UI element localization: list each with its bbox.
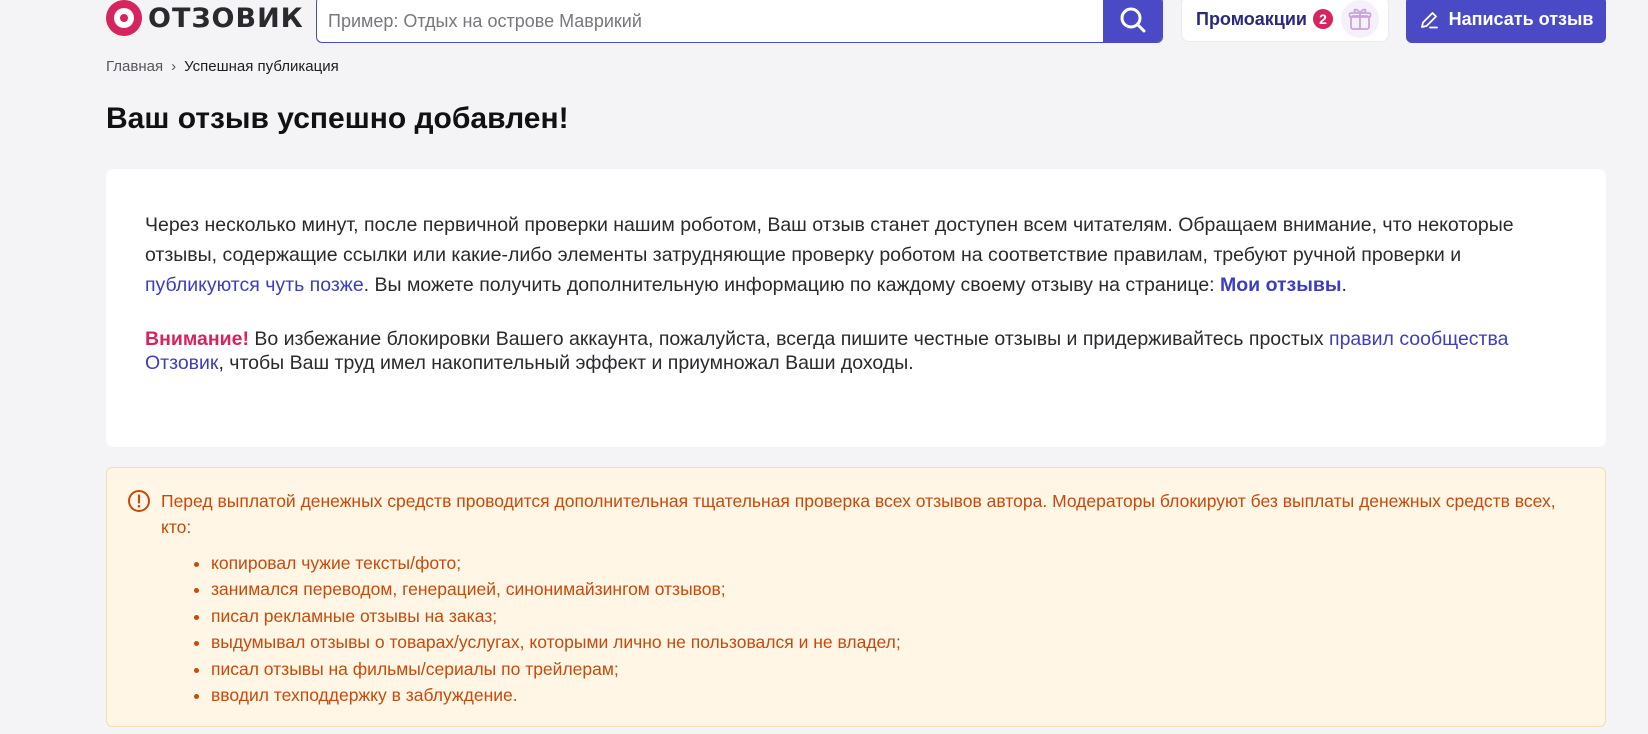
warning-text-part-2: , чтобы Ваш труд имел накопительный эффе… — [218, 352, 914, 374]
success-info-card: Через несколько минут, после первичной п… — [106, 169, 1606, 447]
info-text-part-2: . Вы можете получить дополнительную инфо… — [363, 274, 1221, 296]
info-text-part-3: . — [1341, 274, 1347, 296]
page-title: Ваш отзыв успешно добавлен! — [106, 102, 569, 135]
payout-notice: Перед выплатой денежных средств проводит… — [106, 467, 1606, 727]
published-later-link[interactable]: публикуются чуть позже — [145, 274, 364, 296]
list-item: вводил техподдержку в заблуждение. — [211, 682, 1565, 708]
site-logo[interactable]: ОТЗОВИК — [106, 0, 304, 40]
promo-count-badge: 2 — [1312, 9, 1333, 29]
list-item: писал отзывы на фильмы/сериалы по трейле… — [211, 656, 1565, 682]
logo-text: ОТЗОВИК — [148, 2, 304, 34]
breadcrumb-current: Успешная публикация — [184, 58, 339, 75]
breadcrumb-separator: › — [171, 58, 177, 75]
search-icon — [1120, 7, 1146, 32]
list-item: писал рекламные отзывы на заказ; — [211, 603, 1565, 629]
list-item: выдумывал отзывы о товарах/услугах, кото… — [211, 629, 1565, 655]
notice-list: копировал чужие тексты/фото; занимался п… — [161, 550, 1565, 708]
my-reviews-link[interactable]: Мои отзывы — [1220, 274, 1342, 296]
breadcrumb-home-link[interactable]: Главная — [106, 58, 163, 75]
write-review-label: Написать отзыв — [1448, 9, 1594, 29]
info-text-part-1: Через несколько минут, после первичной п… — [145, 214, 1514, 266]
promo-label: Промоакции — [1196, 8, 1307, 29]
gift-icon — [1340, 0, 1379, 38]
info-paragraph: Через несколько минут, после первичной п… — [145, 210, 1566, 300]
notice-lead-text: Перед выплатой денежных средств проводит… — [161, 491, 1556, 537]
search-button[interactable] — [1103, 0, 1162, 42]
otzovik-logo-icon — [106, 0, 142, 36]
search-input[interactable] — [317, 0, 1103, 42]
search-bar — [316, 0, 1163, 43]
site-header: ОТЗОВИК Промоакции 2 Написа — [0, 0, 1648, 44]
exclamation-circle-icon — [128, 490, 150, 512]
pencil-icon — [1420, 11, 1438, 28]
promo-button[interactable]: Промоакции 2 — [1181, 0, 1389, 42]
warning-text-part-1: Во избежание блокировки Вашего аккаунта,… — [248, 328, 1330, 350]
list-item: копировал чужие тексты/фото; — [211, 550, 1565, 576]
list-item: занимался переводом, генерацией, синоним… — [211, 576, 1565, 602]
warning-paragraph: Внимание! Во избежание блокировки Вашего… — [145, 327, 1566, 375]
warning-label: Внимание! — [145, 328, 249, 350]
breadcrumb: Главная › Успешная публикация — [106, 58, 339, 75]
write-review-button[interactable]: Написать отзыв — [1406, 0, 1606, 43]
